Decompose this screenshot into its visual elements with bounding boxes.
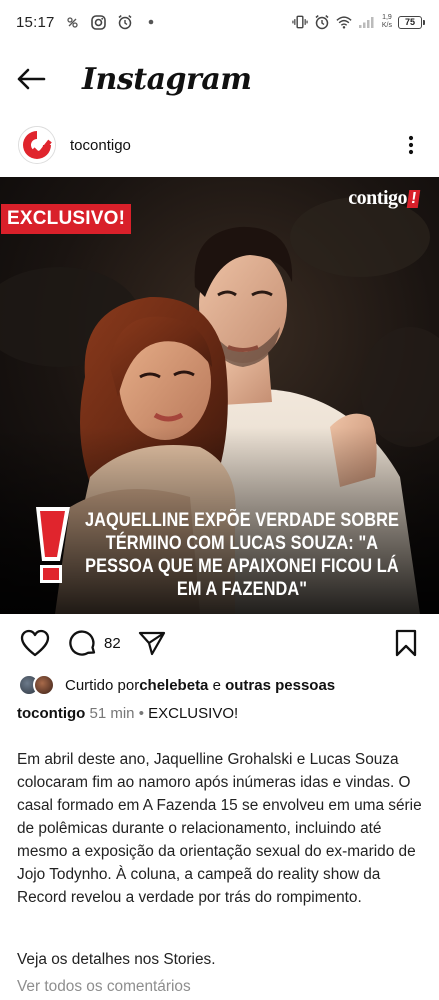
share-button[interactable]: [135, 626, 169, 660]
likes-prefix: Curtido por: [65, 676, 140, 694]
post-username[interactable]: tocontigo: [70, 137, 131, 154]
app-header: Instagram: [0, 44, 439, 114]
caption-body: Em abril deste ano, Jaquelline Grohalski…: [17, 751, 422, 906]
avatar[interactable]: [18, 126, 56, 164]
comment-count: 82: [104, 634, 121, 652]
comment-icon: [69, 630, 96, 656]
brand-name: contigo: [348, 187, 407, 209]
status-time: 15:17: [16, 13, 55, 31]
caption-username[interactable]: tocontigo: [17, 705, 85, 722]
liker-username[interactable]: chelebeta: [139, 677, 208, 694]
post-time: 51 min: [89, 705, 135, 722]
view-all-comments-link[interactable]: Ver todos os comentários: [17, 975, 191, 998]
exclusive-tag: EXCLUSIVO!: [1, 204, 132, 234]
post-header: tocontigo: [0, 121, 439, 169]
vibrate-icon: [292, 14, 308, 30]
status-left: 15:17: [16, 14, 159, 31]
heart-icon: [20, 629, 50, 657]
contigo-logo-icon: [19, 127, 55, 163]
battery-level: 75: [398, 15, 422, 29]
battery-icon: 75: [398, 15, 425, 29]
contigo-brand-logo: contigo!: [348, 187, 421, 210]
caption-extra: Veja os detalhes nos Stories.: [17, 951, 216, 968]
instagram-notification-icon: [91, 14, 107, 30]
likes-row[interactable]: Curtido por chelebeta e outras pessoas: [18, 673, 335, 697]
wifi-icon: [336, 14, 352, 30]
like-button[interactable]: [18, 626, 52, 660]
brand-bang: !: [406, 189, 421, 208]
more-options-button[interactable]: [399, 125, 423, 165]
likes-others[interactable]: outras pessoas: [225, 677, 335, 694]
caption-meta: tocontigo 51 min • EXCLUSIVO!: [17, 704, 238, 724]
post-action-bar: 82: [0, 620, 439, 666]
sim-status-icon: [65, 14, 81, 30]
save-button[interactable]: [389, 626, 423, 660]
comment-button[interactable]: [66, 626, 100, 660]
back-button[interactable]: [16, 59, 56, 99]
liker-avatars: [18, 674, 55, 696]
send-icon: [138, 631, 165, 656]
network-speed-unit: K/s: [381, 22, 392, 29]
alarm-icon: [314, 14, 330, 30]
post-image[interactable]: EXCLUSIVO! contigo! JAQUELLINE EXPÕE VER…: [0, 177, 439, 614]
exclamation-mark-icon: [36, 507, 70, 583]
arrow-left-icon: [17, 68, 46, 90]
bookmark-icon: [395, 629, 417, 657]
caption-headline: EXCLUSIVO!: [148, 705, 239, 722]
network-speed: 1,9 K/s: [382, 14, 392, 30]
likes-connector: e: [208, 676, 226, 694]
network-speed-value: 1,9: [382, 14, 392, 21]
status-right: 1,9 K/s 75: [292, 14, 425, 30]
signal-icon: [358, 14, 376, 30]
post-image-headline: JAQUELLINE EXPÕE VERDADE SOBRE TÉRMINO C…: [84, 510, 399, 600]
caption-separator: •: [134, 705, 149, 722]
dot-icon: [143, 14, 159, 30]
alarm-icon: [117, 14, 133, 30]
avatar: [33, 674, 55, 696]
status-bar: 15:17 1,9 K/s 75: [0, 0, 439, 44]
app-title: Instagram: [82, 61, 252, 97]
more-vertical-icon: [408, 135, 414, 155]
